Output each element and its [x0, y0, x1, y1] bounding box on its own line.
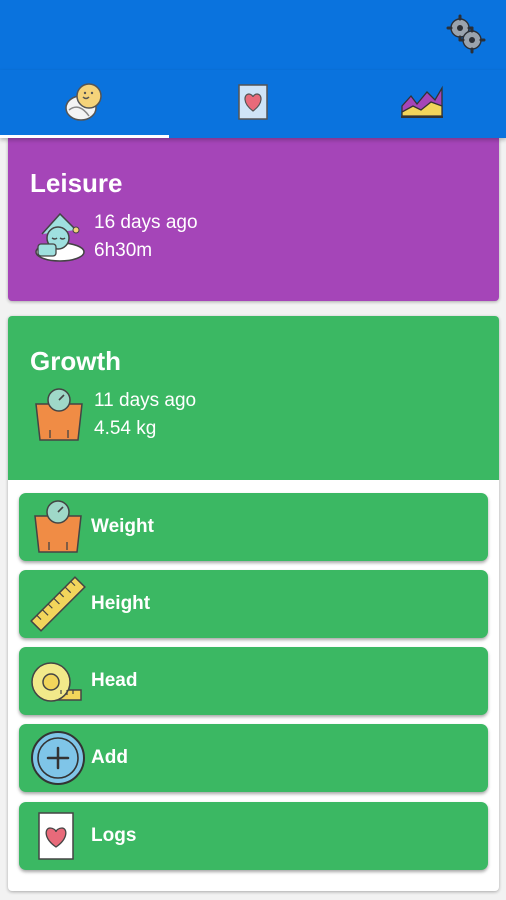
add-button[interactable]: Add	[19, 724, 488, 792]
app-bar	[0, 0, 506, 70]
weight-scale-icon	[29, 498, 87, 556]
height-button[interactable]: Height	[19, 570, 488, 638]
plus-circle-icon	[29, 729, 87, 787]
leisure-card[interactable]: Leisure 16 days ago 6h30m	[8, 138, 499, 301]
weight-button[interactable]: Weight	[19, 493, 488, 561]
gear-icon	[446, 14, 486, 59]
content-area: Leisure 16 days ago 6h30m Growth 11 days…	[0, 138, 506, 900]
ruler-icon	[29, 575, 87, 633]
tab-logs[interactable]	[169, 70, 338, 138]
growth-summary[interactable]: Growth 11 days ago 4.54 kg	[8, 316, 499, 480]
sleeping-baby-icon	[30, 208, 88, 266]
leisure-title: Leisure	[30, 168, 123, 198]
growth-last-time: 11 days ago	[94, 390, 197, 411]
head-button[interactable]: Head	[19, 647, 488, 715]
add-label: Add	[91, 747, 128, 768]
settings-button[interactable]	[446, 14, 486, 59]
tab-baby[interactable]	[0, 70, 169, 138]
leisure-duration: 6h30m	[94, 240, 153, 261]
height-label: Height	[91, 593, 151, 614]
baby-icon	[61, 80, 107, 129]
tab-bar	[0, 70, 506, 138]
heart-card-icon	[29, 807, 87, 865]
logs-button[interactable]: Logs	[19, 802, 488, 870]
leisure-last-time: 16 days ago	[94, 212, 198, 233]
logs-label: Logs	[91, 825, 137, 846]
growth-title: Growth	[30, 346, 121, 376]
head-label: Head	[91, 670, 138, 691]
growth-card: Growth 11 days ago 4.54 kg Weight Height…	[8, 316, 499, 891]
growth-last-weight: 4.54 kg	[94, 418, 157, 439]
weight-label: Weight	[91, 516, 154, 537]
heart-card-icon	[236, 82, 270, 127]
measuring-tape-icon	[29, 652, 87, 710]
weight-scale-icon	[30, 386, 88, 444]
area-chart-icon	[399, 84, 445, 125]
tab-charts[interactable]	[337, 70, 506, 138]
